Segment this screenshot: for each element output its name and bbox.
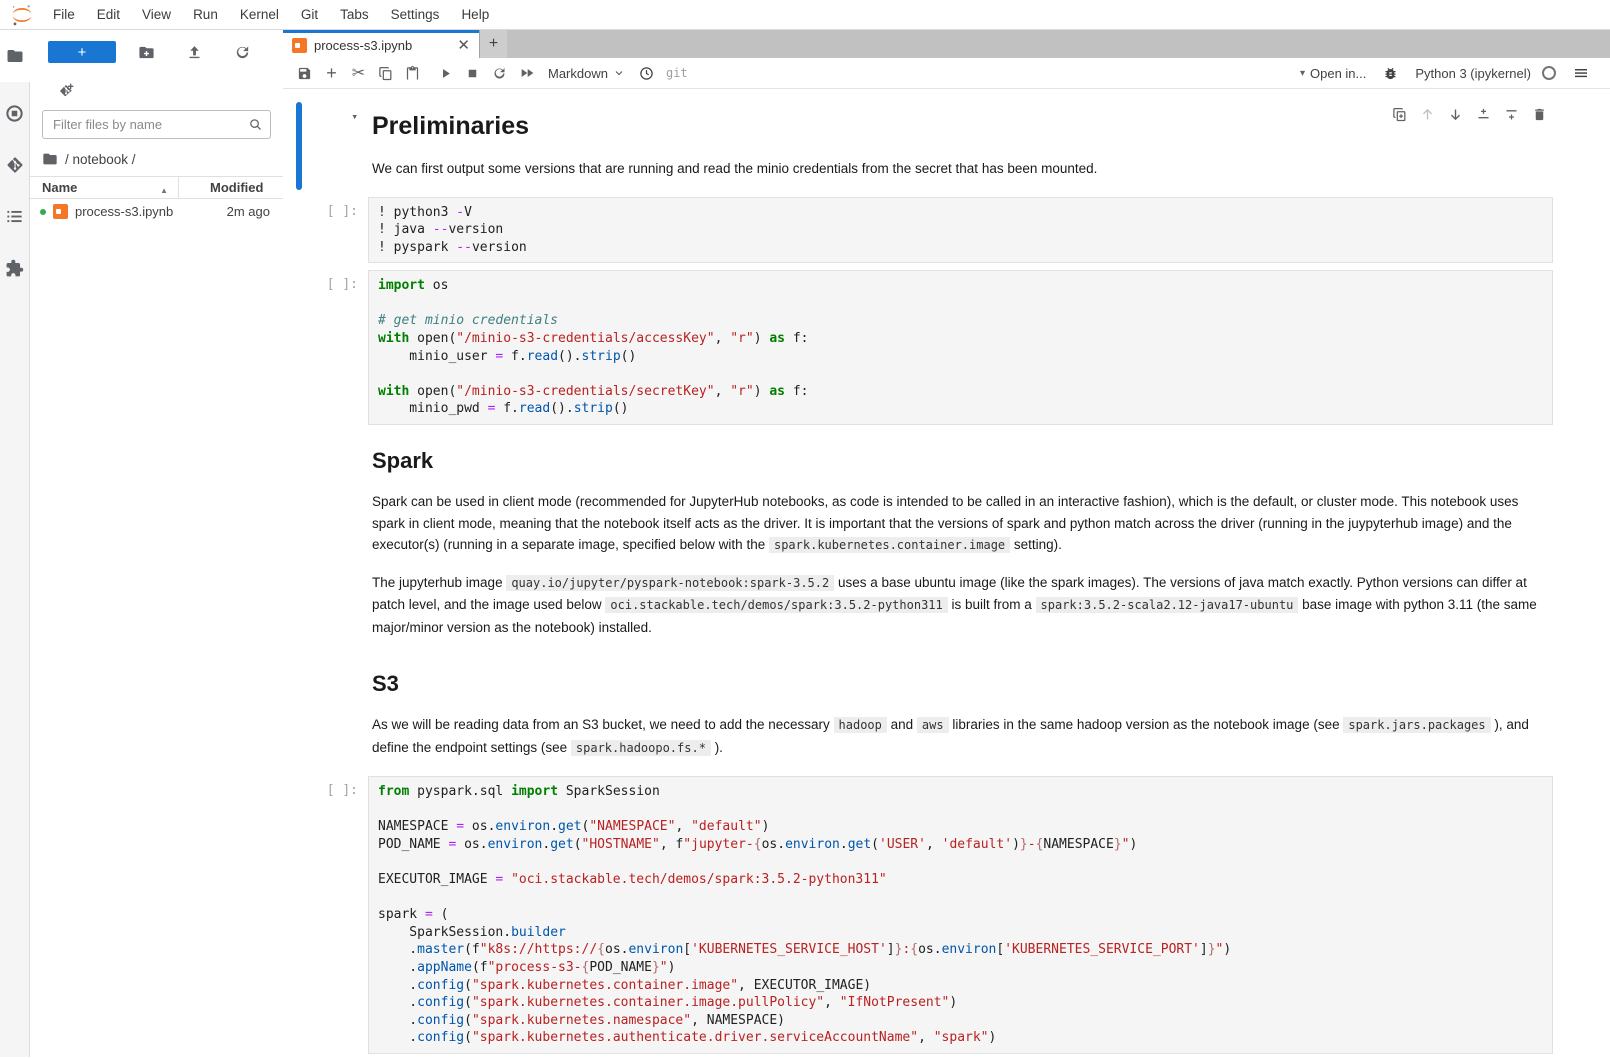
notebook-tab-icon (292, 38, 307, 53)
markdown-paragraph: We can first output some versions that a… (372, 158, 1549, 180)
markdown-paragraph: As we will be reading data from an S3 bu… (372, 714, 1549, 759)
kernel-name-button[interactable]: Python 3 (ipykernel) (1415, 66, 1531, 81)
search-icon (248, 117, 263, 132)
section-heading: Spark (372, 448, 1549, 474)
sidebar-tab-running[interactable] (5, 104, 24, 123)
run-icon[interactable] (432, 61, 459, 86)
breadcrumb[interactable]: / notebook / (30, 147, 283, 176)
cell-type-dropdown[interactable]: Markdown (548, 66, 625, 81)
tab-process-s3[interactable]: process-s3.ipynb ✕ (283, 30, 479, 58)
menu-file[interactable]: File (42, 7, 86, 22)
menu-tabs[interactable]: Tabs (329, 7, 380, 22)
menu-run[interactable]: Run (182, 7, 229, 22)
section-heading: S3 (372, 671, 1549, 697)
notebook-content: ▾ Preliminaries We can first output some… (283, 89, 1610, 1057)
clock-icon[interactable] (633, 61, 660, 86)
move-cell-down-icon[interactable] (1448, 107, 1463, 122)
close-tab-icon[interactable]: ✕ (457, 38, 470, 53)
open-in-dropdown[interactable]: ▾ Open in... (1300, 66, 1366, 81)
sidebar-tab-git[interactable] (6, 156, 24, 174)
code-cell-minio-credentials[interactable]: [ ]: import os# get minio credentialswit… (283, 270, 1610, 425)
copy-icon[interactable] (372, 61, 399, 86)
new-folder-icon[interactable] (138, 44, 155, 61)
code-cell-versions[interactable]: [ ]: ! python3 -V! java --version! pyspa… (283, 197, 1610, 264)
new-launcher-button[interactable]: + (48, 41, 116, 63)
cell-prompt: [ ]: (302, 776, 368, 1054)
menu-view[interactable]: View (131, 7, 182, 22)
markdown-cell-spark[interactable]: Spark Spark can be used in client mode (… (283, 432, 1610, 648)
sort-asc-icon: ▲ (160, 186, 168, 195)
code-editor[interactable]: from pyspark.sql import SparkSessionNAME… (368, 776, 1553, 1054)
cut-icon[interactable]: ✂ (345, 61, 372, 86)
file-browser-secondary-toolbar (30, 74, 283, 108)
chevron-down-icon (613, 67, 625, 79)
save-icon[interactable] (291, 61, 318, 86)
caret-down-icon: ▾ (1300, 68, 1305, 79)
sidebar-tab-extensions[interactable] (5, 259, 24, 278)
duplicate-cell-icon[interactable] (1392, 107, 1407, 122)
file-row[interactable]: process-s3.ipynb 2m ago (30, 199, 283, 224)
markdown-cell-s3[interactable]: S3 As we will be reading data from an S3… (283, 655, 1610, 769)
heading-collapser-icon[interactable]: ▾ (351, 110, 358, 123)
file-browser-panel: + (30, 30, 283, 1057)
insert-cell-above-icon[interactable] (1476, 107, 1491, 122)
markdown-paragraph: Spark can be used in client mode (recomm… (372, 491, 1549, 557)
file-name: process-s3.ipynb (75, 204, 173, 219)
column-header-modified[interactable]: Modified (179, 180, 283, 195)
tab-bar: process-s3.ipynb ✕ + (283, 30, 1610, 58)
section-heading: Preliminaries (372, 112, 1549, 141)
menu-help[interactable]: Help (450, 7, 500, 22)
jupyter-logo-icon (10, 3, 34, 27)
notebook-file-icon (53, 204, 68, 219)
menu-settings[interactable]: Settings (380, 7, 451, 22)
insert-cell-below-icon[interactable] (1504, 107, 1519, 122)
file-list-header: Name ▲ Modified (30, 176, 283, 199)
git-status-label[interactable]: git (666, 66, 688, 80)
dock-panel: process-s3.ipynb ✕ + + ✂ (283, 30, 1610, 1057)
refresh-icon[interactable] (234, 44, 251, 61)
markdown-cell-preliminaries[interactable]: ▾ Preliminaries We can first output some… (283, 102, 1610, 190)
run-all-icon[interactable] (513, 61, 540, 86)
stop-icon[interactable] (459, 61, 486, 86)
notebook-toolbar: + ✂ (283, 58, 1610, 89)
sidebar-strip (0, 30, 30, 1057)
file-modified: 2m ago (227, 204, 283, 219)
running-status-dot (40, 209, 46, 215)
delete-cell-icon[interactable] (1532, 107, 1547, 122)
code-editor[interactable]: import os# get minio credentialswith ope… (368, 270, 1553, 425)
menu-git[interactable]: Git (290, 7, 329, 22)
folder-icon (6, 47, 24, 65)
tab-label: process-s3.ipynb (314, 38, 412, 53)
sidebar-tab-toc[interactable] (5, 207, 24, 226)
upload-icon[interactable] (186, 44, 203, 61)
menu-edit[interactable]: Edit (86, 7, 131, 22)
menu-kernel[interactable]: Kernel (229, 7, 290, 22)
breadcrumb-path[interactable]: / notebook / (65, 152, 136, 167)
home-folder-icon[interactable] (42, 151, 58, 167)
cell-prompt: [ ]: (302, 270, 368, 425)
filter-files-input[interactable] (42, 110, 271, 139)
debugger-bug-icon[interactable] (1377, 61, 1404, 86)
column-header-name[interactable]: Name ▲ (30, 180, 178, 195)
new-tab-button[interactable]: + (479, 30, 507, 58)
git-clone-icon[interactable] (58, 83, 74, 99)
paste-icon[interactable] (399, 61, 426, 86)
sidebar-tab-filebrowser[interactable] (0, 30, 30, 82)
kernel-status-icon[interactable] (1542, 66, 1556, 80)
hamburger-menu-icon[interactable] (1567, 61, 1594, 86)
menu-bar: File Edit View Run Kernel Git Tabs Setti… (0, 0, 1610, 30)
cell-prompt: [ ]: (302, 197, 368, 264)
file-browser-toolbar: + (30, 30, 283, 74)
code-editor[interactable]: ! python3 -V! java --version! pyspark --… (368, 197, 1553, 264)
move-cell-up-icon[interactable] (1420, 107, 1435, 122)
markdown-paragraph: The jupyterhub image quay.io/jupyter/pys… (372, 572, 1549, 639)
code-cell-sparksession[interactable]: [ ]: from pyspark.sql import SparkSessio… (283, 776, 1610, 1054)
cell-toolbar (1392, 107, 1547, 122)
insert-cell-icon[interactable]: + (318, 61, 345, 86)
restart-kernel-icon[interactable] (486, 61, 513, 86)
